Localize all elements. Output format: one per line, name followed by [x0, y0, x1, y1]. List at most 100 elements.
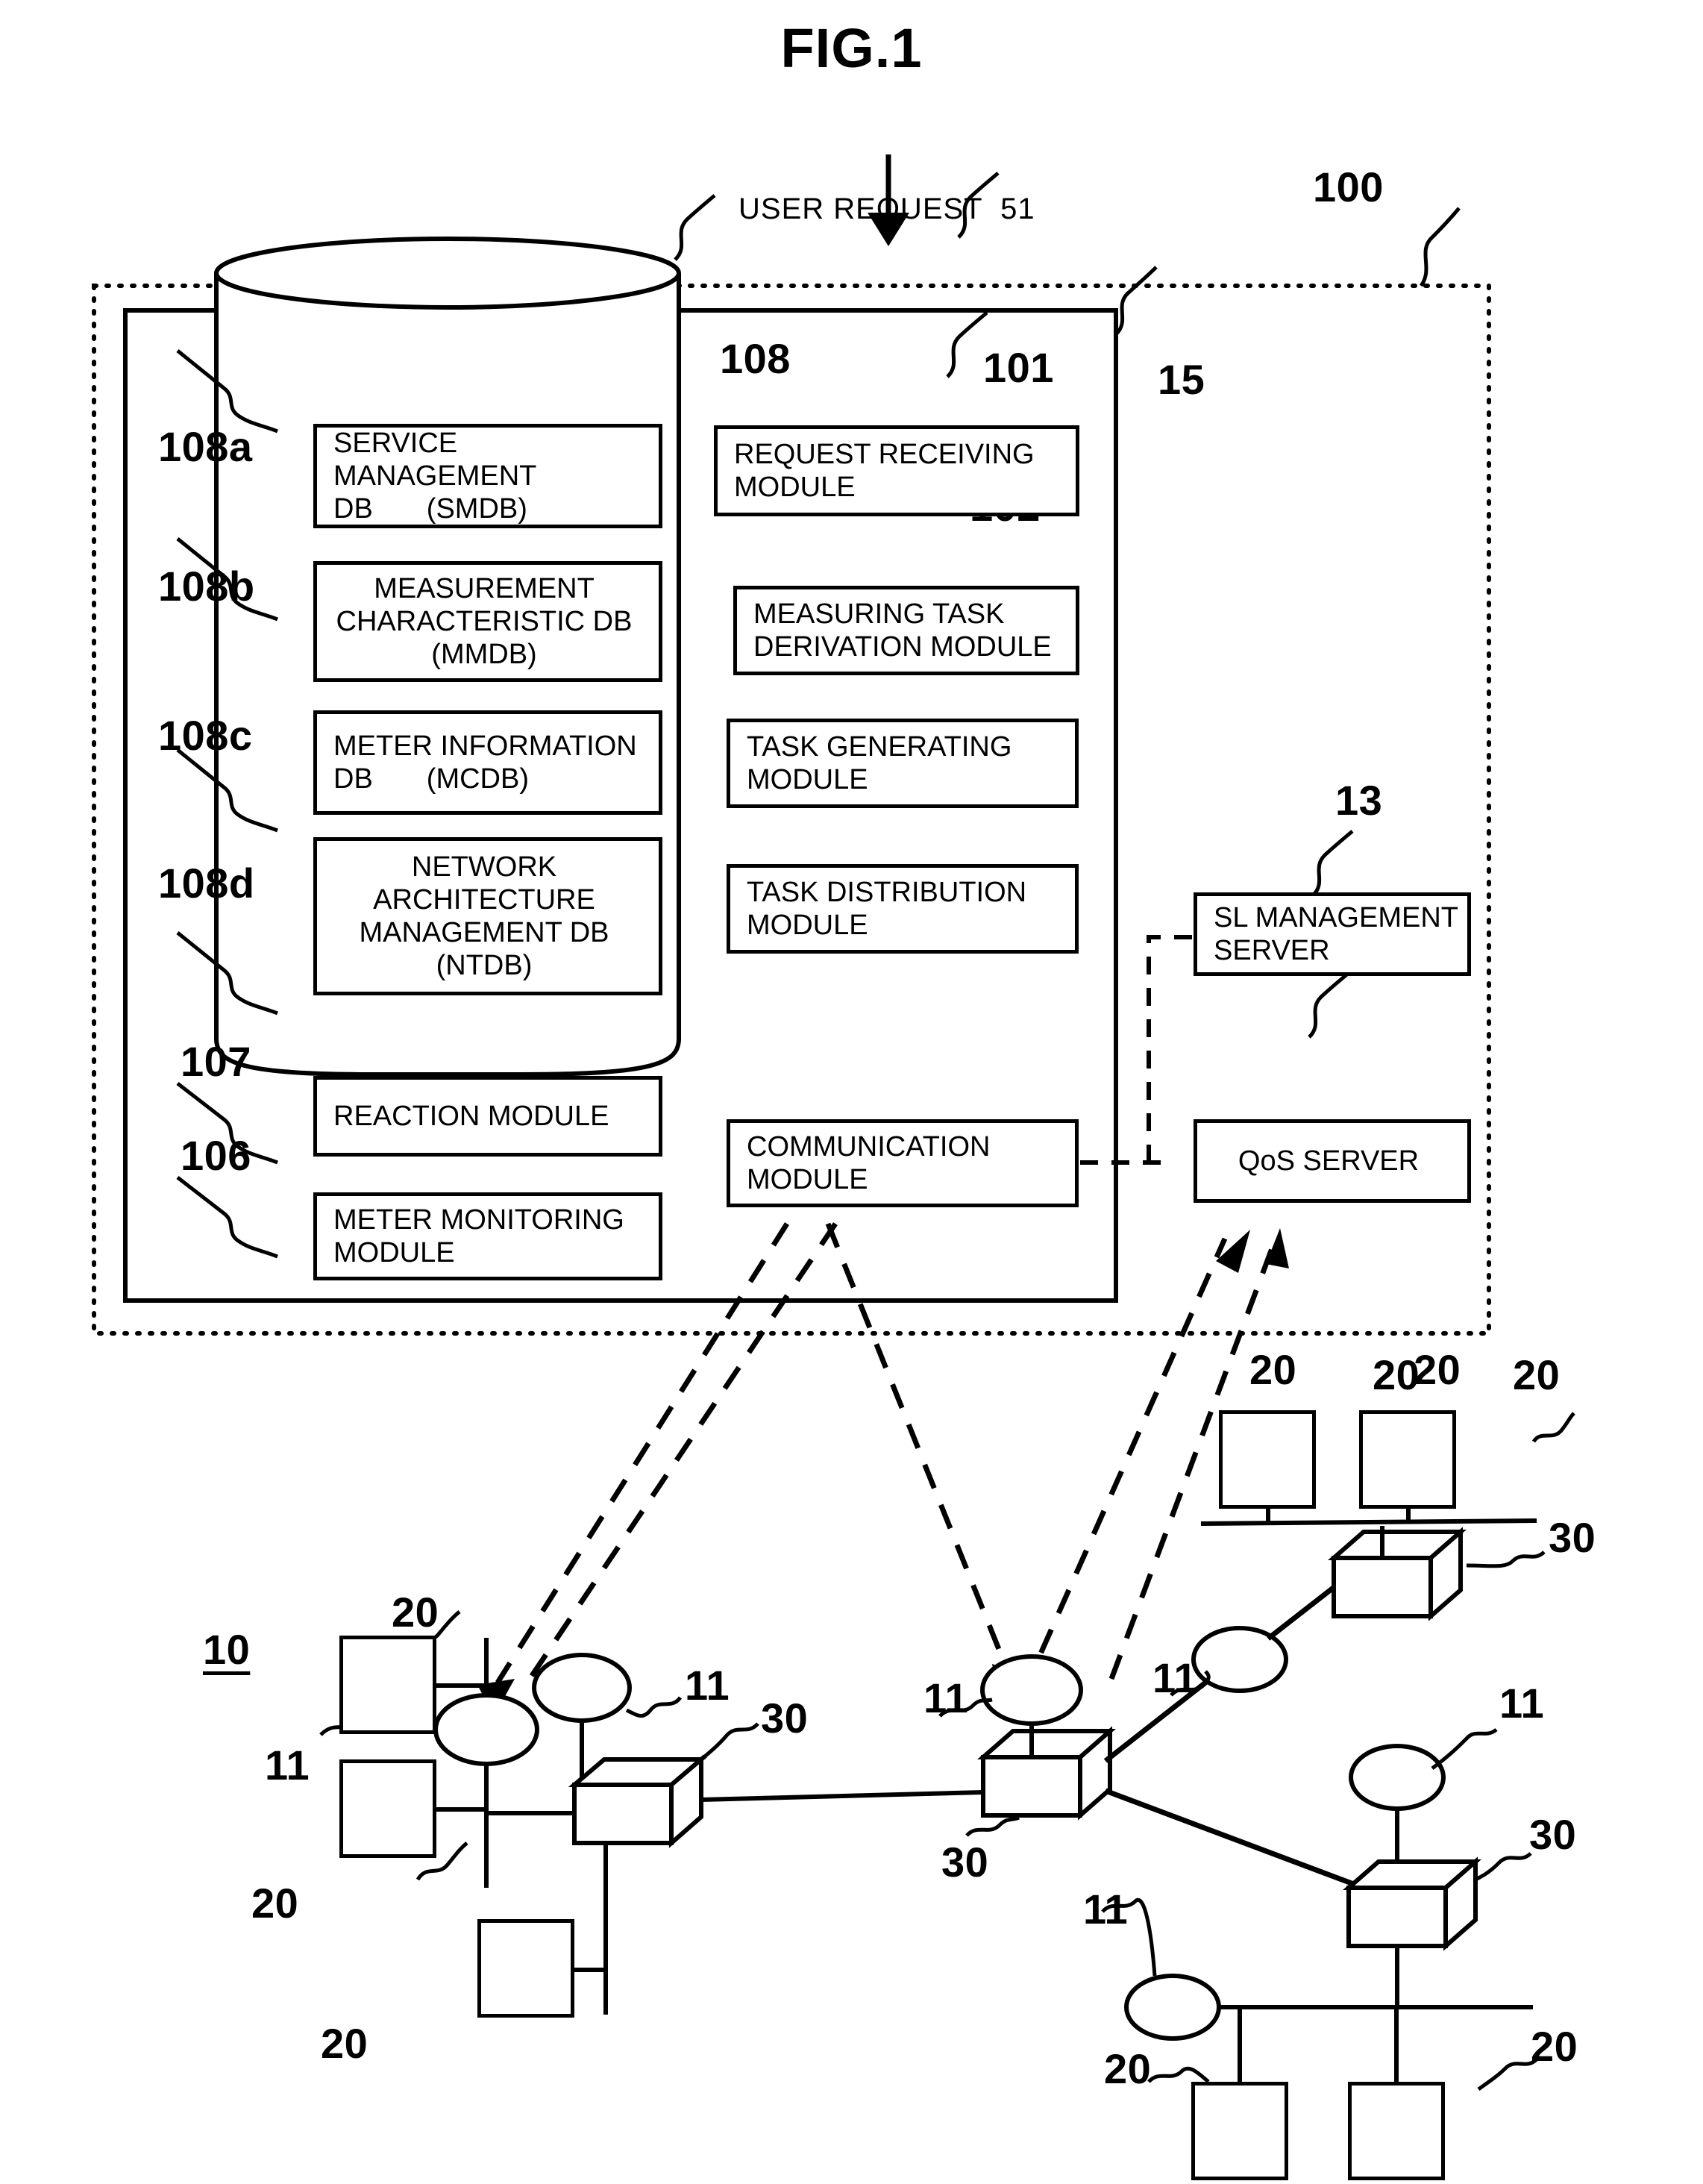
leader-net-11f: [1431, 1727, 1498, 1770]
module-101-line2: MODULE: [734, 472, 856, 503]
terminal-20-3[interactable]: [477, 1919, 574, 2018]
ref-108c: 108c: [158, 712, 253, 759]
db-cylinder-top: [214, 237, 681, 310]
diagram-vector-layer: [92, 154, 1575, 2091]
db-108d-line3: MANAGEMENT DB: [359, 917, 609, 948]
db-108c-line1: METER INFORMATION: [333, 730, 637, 762]
server-12-label: QoS SERVER: [1238, 1145, 1420, 1177]
network-ref-n-20-i: 20: [1531, 2023, 1578, 2070]
router-30-upright: [1328, 1527, 1467, 1621]
db-108a-line1: SERVICE MANAGEMENT: [333, 427, 537, 492]
network-ref-n-30-a: 30: [761, 1695, 809, 1742]
module-104-line2: MODULE: [747, 910, 868, 941]
module-box-103-text: TASK GENERATING MODULE: [730, 730, 1019, 796]
db-108d-abbr: (NTDB): [436, 950, 533, 982]
db-box-108c[interactable]: METER INFORMATION DB (MCDB): [313, 710, 662, 815]
module-box-101[interactable]: REQUEST RECEIVING MODULE: [714, 425, 1079, 516]
module-104-line1: TASK DISTRIBUTION: [747, 876, 1027, 908]
ref-106: 106: [181, 1132, 251, 1179]
db-box-108a-text: SERVICE MANAGEMENT DB (SMDB): [317, 427, 659, 525]
db-108d-line1: NETWORK: [411, 851, 557, 883]
leader-108: [674, 194, 716, 261]
figure-page: FIG.1 USER REQUEST 51 100 15 108 108a 10…: [0, 0, 1703, 2184]
router-30-center: [977, 1726, 1116, 1821]
bus-upright: [1200, 1518, 1537, 1526]
terminal-20-7[interactable]: [1348, 2082, 1445, 2180]
network-ref-n-30-c: 30: [1549, 1514, 1596, 1561]
server-13-line1: SL MANAGEMENT: [1214, 901, 1458, 933]
module-box-106[interactable]: METER MONITORING MODULE: [313, 1192, 662, 1280]
network-ref-n-30-b: 30: [941, 1839, 989, 1886]
terminal-20-4[interactable]: [1219, 1410, 1316, 1509]
network-ref-n-20-b: 20: [1249, 1346, 1297, 1393]
module-103-line1: TASK GENERATING: [747, 730, 1012, 763]
leader-net-30a: [692, 1722, 759, 1767]
module-box-102[interactable]: MEASURING TASK DERIVATION MODULE: [733, 586, 1079, 675]
router-30-left: [568, 1754, 708, 1848]
network-node-11-bottom: [1124, 1974, 1221, 2041]
module-box-101-text: REQUEST RECEIVING MODULE: [718, 438, 1042, 504]
terminal-20-6[interactable]: [1191, 2082, 1288, 2180]
ref-108a: 108a: [158, 423, 253, 470]
module-101-line1: REQUEST RECEIVING: [734, 438, 1035, 470]
leader-106: [176, 1176, 278, 1259]
server-box-12[interactable]: QoS SERVER: [1194, 1119, 1471, 1203]
module-box-105-text: COMMUNICATION MODULE: [730, 1130, 998, 1196]
db-box-108b[interactable]: MEASUREMENT CHARACTERISTIC DB (MMDB): [313, 561, 662, 682]
leader-15: [1114, 266, 1158, 336]
module-box-104[interactable]: TASK DISTRIBUTION MODULE: [727, 864, 1079, 954]
router-30-lowright: [1343, 1856, 1481, 1951]
server-box-13[interactable]: SL MANAGEMENT SERVER: [1194, 892, 1471, 976]
module-box-106-text: METER MONITORING MODULE: [317, 1204, 632, 1269]
db-box-108b-text: MEASUREMENT CHARACTERISTIC DB (MMDB): [317, 572, 659, 671]
network-ref-n-20-e: 20: [321, 2020, 368, 2067]
server-13-line2: SERVER: [1214, 935, 1330, 966]
db-108b-abbr: (MMDB): [431, 639, 537, 671]
ref-108d: 108d: [158, 860, 255, 907]
ref-13: 13: [1335, 777, 1383, 824]
module-103-line2: MODULE: [747, 764, 868, 795]
terminal-20-2[interactable]: [339, 1759, 436, 1858]
module-box-105[interactable]: COMMUNICATION MODULE: [727, 1119, 1079, 1207]
network-ref-n-20-c: 20: [1414, 1346, 1461, 1393]
db-box-108d[interactable]: NETWORK ARCHITECTURE MANAGEMENT DB (NTDB…: [313, 837, 662, 995]
leader-net-30d: [1475, 1852, 1532, 1881]
db-108b-line2: CHARACTERISTIC DB: [336, 605, 633, 637]
network-ref-n-11-b: 11: [685, 1662, 730, 1709]
module-box-103[interactable]: TASK GENERATING MODULE: [727, 719, 1079, 808]
db-box-108a[interactable]: SERVICE MANAGEMENT DB (SMDB): [313, 424, 662, 528]
db-108a-line2: DB: [333, 493, 373, 525]
spacer-b: [791, 1230, 1194, 1242]
db-108d-line2: ARCHITECTURE: [373, 883, 595, 916]
flow-line-2: [520, 1222, 838, 1692]
module-box-107[interactable]: REACTION MODULE: [313, 1076, 662, 1157]
server-box-13-text: SL MANAGEMENT SERVER: [1197, 901, 1466, 967]
terminal-20-1[interactable]: [339, 1636, 436, 1734]
terminal-20-5[interactable]: [1359, 1410, 1456, 1509]
module-102-line1: MEASURING TASK: [753, 598, 1005, 630]
ref-107: 107: [181, 1038, 251, 1085]
link-comm-to-sl: [1147, 935, 1194, 1163]
db-box-108d-text: NETWORK ARCHITECTURE MANAGEMENT DB (NTDB…: [317, 851, 659, 982]
ref-108: 108: [720, 335, 791, 382]
leader-102: [946, 311, 988, 378]
db-108c-line2: DB: [333, 763, 373, 795]
flow-line-1: [495, 1222, 789, 1684]
db-108a-abbr: (SMDB): [426, 493, 527, 525]
db-108c-abbr: (MCDB): [426, 763, 529, 795]
network-node-11-lowright: [1349, 1744, 1446, 1811]
network-node-11-left2: [532, 1653, 632, 1723]
db-108b-line1: MEASUREMENT: [374, 572, 595, 604]
user-request-label: USER REQUEST 51: [738, 193, 1035, 225]
module-102-line2: DERIVATION MODULE: [753, 631, 1052, 663]
leader-net-30c: [1466, 1551, 1546, 1568]
leader-100: [1419, 207, 1461, 287]
network-ref-n-20-g: 20: [1513, 1351, 1561, 1398]
leader-net-30b: [965, 1815, 1020, 1837]
network-ref-n-11-c: 11: [923, 1674, 969, 1721]
network-node-11-center: [980, 1654, 1083, 1726]
flow-line-3: [1020, 1237, 1228, 1694]
network-ref-n-11-e: 11: [1083, 1886, 1129, 1933]
leader-net-20g: [1531, 1412, 1575, 1443]
leader-net-20i: [1477, 2058, 1538, 2091]
